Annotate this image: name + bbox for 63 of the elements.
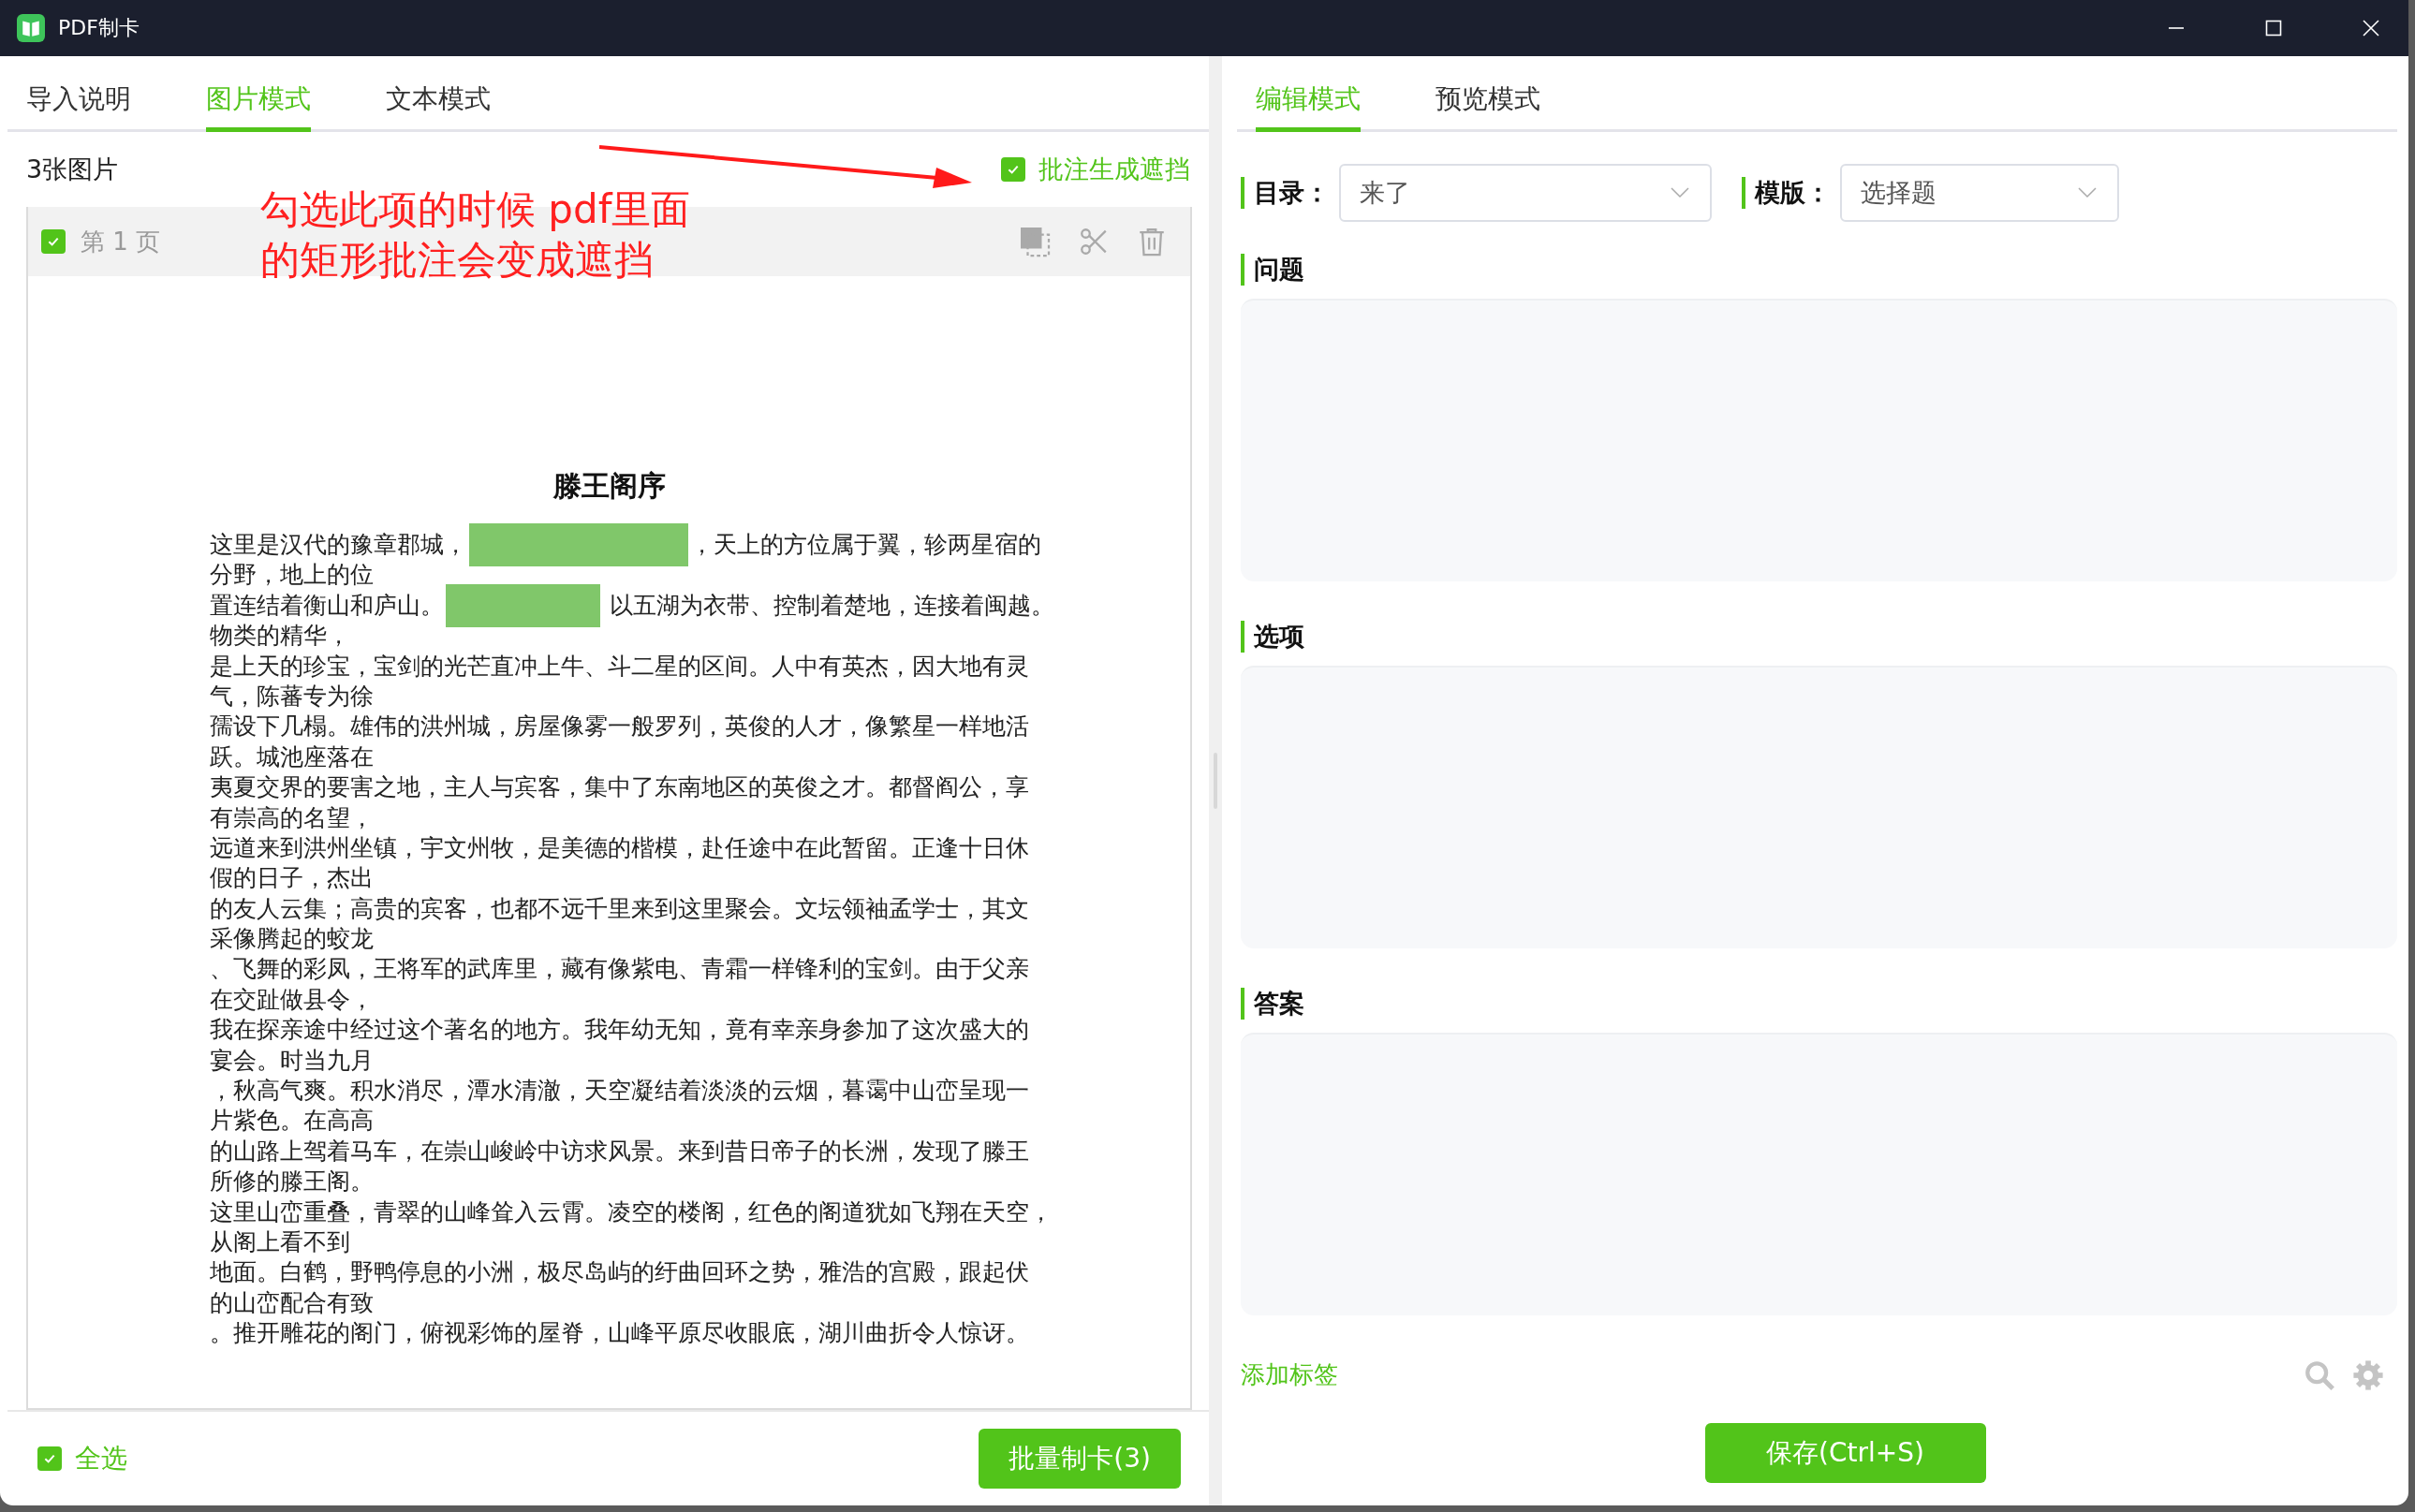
app-icon (17, 14, 45, 42)
document-title: 滕王阁序 (552, 468, 667, 504)
document-text: 这里山峦重叠，青翠的山峰耸入云霄。凌空的楼阁，红色的阁道犹如飞翔在天空， (210, 1196, 1053, 1227)
checkbox[interactable] (41, 229, 66, 254)
document-text: 。推开雕花的阁门，俯视彩饰的屋脊，山峰平原尽收眼底，湖川曲折令人惊讶。 (210, 1318, 1029, 1349)
section-title: 选项 (1241, 621, 2397, 653)
directory-select[interactable]: 来了 (1339, 164, 1712, 222)
annotation-text: 勾选此项的时候 pdf里面 的矩形批注会变成遮挡 (260, 185, 691, 285)
field-label: 目录： (1241, 177, 1330, 209)
image-count: 3张图片 (26, 154, 119, 185)
section-title: 问题 (1241, 254, 2397, 286)
document-text: 是上天的珍宝，宝剑的光芒直冲上牛、斗二星的区间。人中有英杰，因大地有灵 (210, 651, 1029, 682)
document-text: 所修的滕王阁。 (210, 1167, 374, 1197)
document-text: ，秋高气爽。积水消尽，潭水清澈，天空凝结着淡淡的云烟，暮霭中山峦呈现一 (210, 1076, 1029, 1107)
document-text: 孺设下几榻。雄伟的洪州城，房屋像雾一般罗列，英俊的人才，像繁星一样地活 (210, 712, 1029, 742)
close-icon[interactable] (2362, 19, 2380, 37)
document-text: 采像腾起的蛟龙 (210, 924, 374, 955)
scissors-icon[interactable] (1078, 226, 1110, 257)
document-text: 、飞舞的彩凤，王将军的武库里，藏有像紫电、青霜一样锋利的宝剑。由于父亲 (210, 954, 1029, 985)
document-text: 这里是汉代的豫章郡城， (210, 530, 467, 560)
document-text: 宴会。时当九月 (210, 1045, 374, 1076)
checkbox-label[interactable]: 批注生成遮挡 (1038, 153, 1190, 186)
search-icon[interactable] (2304, 1358, 2335, 1391)
save-button[interactable]: 保存(Ctrl+S) (1704, 1423, 1986, 1483)
tab[interactable]: 预览模式 (1436, 56, 1540, 132)
page-label: 第 1 页 (81, 226, 161, 257)
tab[interactable]: 导入说明 (26, 56, 131, 132)
document-text: 气，陈蕃专为徐 (210, 681, 374, 712)
section-title: 答案 (1241, 988, 2397, 1020)
copy-icon[interactable] (1018, 225, 1052, 258)
document-text: 夷夏交界的要害之地，主人与宾客，集中了东南地区的英俊之才。都督阎公，享 (210, 772, 1029, 803)
checkbox[interactable] (1001, 157, 1025, 182)
settings-icon[interactable] (2352, 1358, 2384, 1391)
maximize-icon[interactable] (2264, 19, 2283, 37)
checkbox-label[interactable]: 全选 (75, 1441, 127, 1476)
document-text: 的山峦配合有致 (210, 1287, 374, 1318)
batch-button[interactable]: 批量制卡(3) (979, 1429, 1181, 1489)
document-text: ，天上的方位属于翼，轸两星宿的 (690, 530, 1041, 560)
document-text: 的山路上驾着马车，在崇山峻岭中访求风景。来到昔日帝子的长洲，发现了滕王 (210, 1136, 1029, 1167)
tab[interactable]: 编辑模式 (1256, 56, 1361, 132)
document-text: 远道来到洪州坐镇，宇文州牧，是美德的楷模，赴任途中在此暂留。正逢十日休 (210, 832, 1029, 863)
checkbox[interactable] (37, 1446, 62, 1471)
document-text: 有崇高的名望， (210, 802, 374, 833)
document-text: 在交趾做县令， (210, 984, 374, 1015)
document-text: 物类的精华， (210, 621, 350, 652)
template-select[interactable]: 选择题 (1840, 164, 2119, 222)
document-text: 我在探亲途中经过这个著名的地方。我年幼无知，竟有幸亲身参加了这次盛大的 (210, 1015, 1029, 1046)
document-text: 分野，地上的位 (210, 560, 374, 591)
document-text: 跃。城池座落在 (210, 741, 374, 772)
add-tag-link[interactable]: 添加标签 (1241, 1358, 1338, 1391)
document-text: 以五湖为衣带、控制着楚地，连接着闽越。 (610, 590, 1054, 621)
document-text: 置连结着衡山和庐山。 (210, 590, 444, 621)
document-text: 从阁上看不到 (210, 1227, 350, 1257)
document-text: 假的日子，杰出 (210, 863, 374, 894)
window-title: PDF制卡 (58, 15, 140, 41)
document-text: 地面。白鹤，野鸭停息的小洲，极尽岛屿的纡曲回环之势，雅浩的宫殿，跟起伏 (210, 1257, 1029, 1288)
field-label: 模版： (1742, 177, 1831, 209)
chevron-down-icon (1671, 187, 1689, 198)
tab[interactable]: 图片模式 (206, 56, 311, 132)
chevron-down-icon (2078, 187, 2097, 198)
tab[interactable]: 文本模式 (386, 56, 491, 132)
document-text: 的友人云集；高贵的宾客，也都不远千里来到这里聚会。文坛领袖孟学士，其文 (210, 893, 1029, 924)
document-text: 片紫色。在高高 (210, 1106, 374, 1137)
